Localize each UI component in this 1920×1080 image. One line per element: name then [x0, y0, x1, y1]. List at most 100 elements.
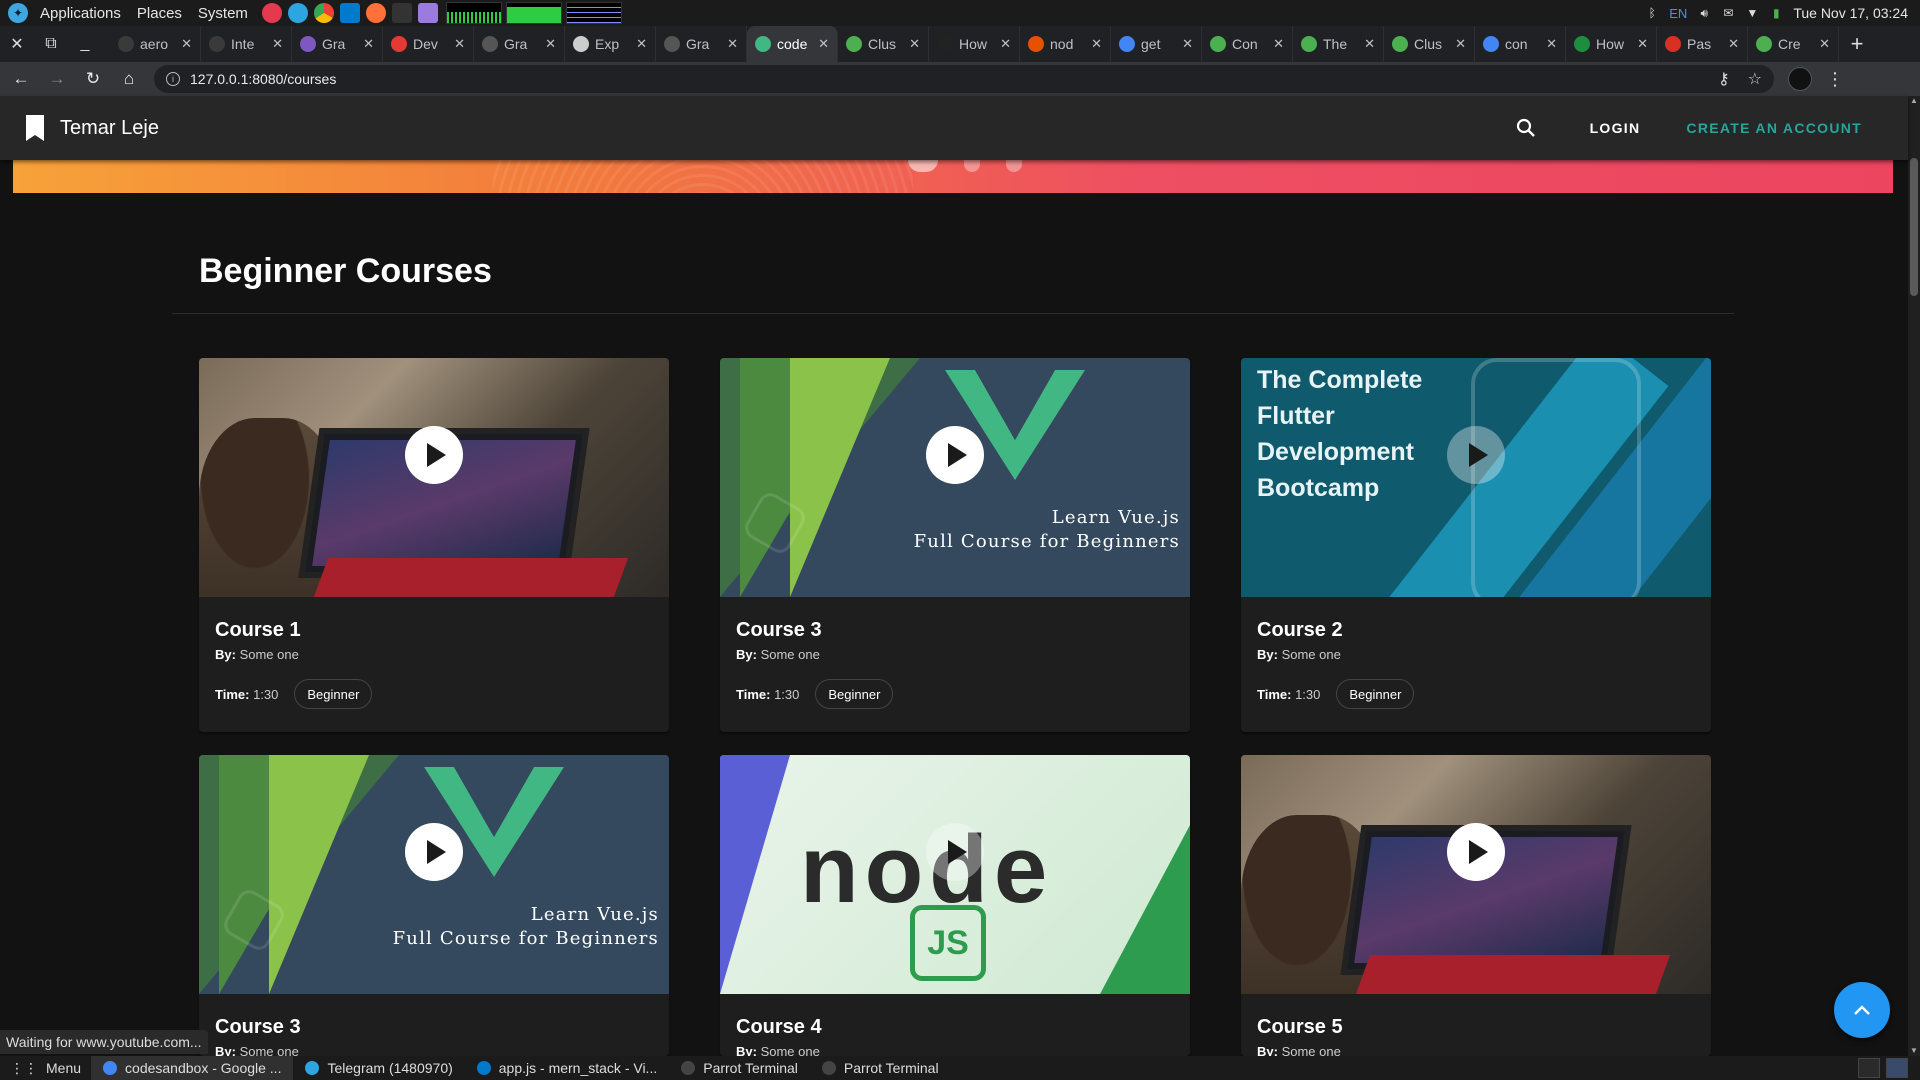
browser-tab[interactable]: Cre ✕ [1748, 26, 1839, 62]
browser-tab[interactable]: aero ✕ [110, 26, 201, 62]
browser-tab[interactable]: How ✕ [929, 26, 1020, 62]
brand-title[interactable]: Temar Leje [60, 117, 159, 140]
site-info-icon[interactable]: i [166, 72, 180, 86]
notification-icon[interactable]: ✉ [1721, 6, 1735, 20]
course-title[interactable]: Course 5 [1257, 1016, 1343, 1039]
tab-close-icon[interactable]: ✕ [1546, 36, 1557, 52]
scroll-to-top-button[interactable] [1834, 982, 1890, 1038]
scroll-up-icon[interactable]: ▲ [1908, 96, 1920, 106]
browser-tab[interactable]: Inte ✕ [201, 26, 292, 62]
vscode-launcher-icon[interactable] [339, 3, 360, 23]
tab-close-icon[interactable]: ✕ [1182, 36, 1193, 52]
browser-tab[interactable]: Gra ✕ [656, 26, 747, 62]
course-thumbnail[interactable] [199, 358, 669, 597]
level-chip[interactable]: Beginner [815, 679, 894, 709]
play-button-icon[interactable] [405, 822, 463, 881]
browser-tab[interactable]: Exp ✕ [565, 26, 656, 62]
tab-close-icon[interactable]: ✕ [454, 36, 465, 52]
browser-tab[interactable]: Gra ✕ [474, 26, 565, 62]
course-thumbnail[interactable] [1241, 755, 1711, 994]
profile-avatar[interactable] [1788, 67, 1812, 91]
tab-close-icon[interactable]: ✕ [636, 36, 647, 52]
play-button-icon[interactable] [1447, 822, 1505, 881]
browser-tab[interactable]: con ✕ [1475, 26, 1566, 62]
tab-close-icon[interactable]: ✕ [363, 36, 374, 52]
app-launcher-icon[interactable] [417, 3, 438, 23]
browser-tab[interactable]: get ✕ [1111, 26, 1202, 62]
close-window-icon[interactable]: ✕ [0, 26, 34, 62]
play-button-icon[interactable] [1447, 425, 1505, 484]
course-card[interactable]: node JS Course 4 By: Some one [720, 755, 1190, 1056]
play-button-icon[interactable] [926, 425, 984, 484]
course-title[interactable]: Course 3 [215, 1016, 301, 1039]
tab-close-icon[interactable]: ✕ [818, 36, 829, 52]
login-button[interactable]: LOGIN [1574, 110, 1657, 146]
browser-tab[interactable]: Dev ✕ [383, 26, 474, 62]
browser-tab[interactable]: Con ✕ [1202, 26, 1293, 62]
tab-close-icon[interactable]: ✕ [1000, 36, 1011, 52]
taskbar-window-item[interactable]: Telegram (1480970) [293, 1056, 464, 1080]
course-card[interactable]: Course 1 By: Some one Time: 1:30 Beginner [199, 358, 669, 732]
telegram-launcher-icon[interactable] [287, 3, 308, 23]
course-title[interactable]: Course 4 [736, 1016, 822, 1039]
carousel-dot[interactable] [1006, 160, 1022, 172]
browser-tab[interactable]: The ✕ [1293, 26, 1384, 62]
course-thumbnail[interactable]: Learn Vue.js Full Course for Beginners [199, 755, 669, 994]
wifi-icon[interactable]: ▼ [1745, 6, 1759, 20]
taskbar-window-item[interactable]: Parrot Terminal [810, 1056, 951, 1080]
minimize-window-icon[interactable]: _ [68, 26, 102, 62]
browser-tab[interactable]: Gra ✕ [292, 26, 383, 62]
browser-tab[interactable]: Pas ✕ [1657, 26, 1748, 62]
carousel-dot[interactable] [908, 160, 938, 172]
course-card[interactable]: Course 5 By: Some one [1241, 755, 1711, 1056]
browser-tab[interactable]: code ✕ [747, 26, 838, 62]
key-icon[interactable]: ⚷ [1718, 69, 1730, 89]
play-button-icon[interactable] [926, 822, 984, 881]
course-card[interactable]: Learn Vue.js Full Course for Beginners Cou… [720, 358, 1190, 732]
bookmark-star-icon[interactable]: ☆ [1748, 69, 1762, 89]
reload-icon[interactable]: ↻ [78, 64, 108, 94]
address-bar[interactable]: i 127.0.0.1:8080/courses ⚷ ☆ [154, 65, 1774, 93]
tab-close-icon[interactable]: ✕ [727, 36, 738, 52]
tab-close-icon[interactable]: ✕ [1455, 36, 1466, 52]
os-menu-applications[interactable]: Applications [32, 0, 129, 26]
volume-icon[interactable]: 🔊︎ [1697, 6, 1711, 20]
tab-close-icon[interactable]: ✕ [1273, 36, 1284, 52]
course-title[interactable]: Course 3 [736, 619, 822, 642]
clock[interactable]: Tue Nov 17, 03:24 [1793, 5, 1908, 21]
chrome-tray-icon[interactable] [1886, 1058, 1908, 1078]
course-card[interactable]: Learn Vue.js Full Course for Beginners Cou… [199, 755, 669, 1056]
create-account-button[interactable]: CREATE AN ACCOUNT [1670, 110, 1878, 146]
tab-close-icon[interactable]: ✕ [1364, 36, 1375, 52]
browser-tab[interactable]: nod ✕ [1020, 26, 1111, 62]
browser-tab[interactable]: Clus ✕ [838, 26, 929, 62]
home-icon[interactable]: ⌂ [114, 64, 144, 94]
level-chip[interactable]: Beginner [1336, 679, 1415, 709]
tab-close-icon[interactable]: ✕ [1728, 36, 1739, 52]
browser-tab[interactable]: Clus ✕ [1384, 26, 1475, 62]
firefox-launcher-icon[interactable] [365, 3, 386, 23]
taskbar-window-item[interactable]: Parrot Terminal [669, 1056, 810, 1080]
forward-icon[interactable]: → [42, 64, 72, 94]
course-title[interactable]: Course 2 [1257, 619, 1343, 642]
restore-window-icon[interactable]: ⧉ [34, 26, 68, 62]
course-thumbnail[interactable]: The Complete Flutter Development Bootcamp [1241, 358, 1711, 597]
back-icon[interactable]: ← [6, 64, 36, 94]
taskbar-window-item[interactable]: codesandbox - Google ... [91, 1056, 294, 1080]
taskbar-window-item[interactable]: app.js - mern_stack - Vi... [465, 1056, 669, 1080]
search-button[interactable] [1502, 104, 1550, 152]
scroll-down-icon[interactable]: ▼ [1908, 1046, 1920, 1056]
launcher-icon[interactable] [261, 3, 282, 23]
workspace-switcher-icon[interactable] [1858, 1058, 1880, 1078]
keyboard-layout-indicator[interactable]: EN [1669, 6, 1687, 21]
browser-tab[interactable]: How ✕ [1566, 26, 1657, 62]
scroll-thumb[interactable] [1910, 158, 1918, 296]
carousel-dot[interactable] [964, 160, 980, 172]
bluetooth-icon[interactable]: ᛒ [1645, 6, 1659, 20]
tab-close-icon[interactable]: ✕ [272, 36, 283, 52]
battery-icon[interactable]: ▮ [1769, 6, 1783, 20]
level-chip[interactable]: Beginner [294, 679, 373, 709]
chrome-launcher-icon[interactable] [313, 3, 334, 23]
terminal-launcher-icon[interactable] [391, 3, 412, 23]
course-thumbnail[interactable]: Learn Vue.js Full Course for Beginners [720, 358, 1190, 597]
